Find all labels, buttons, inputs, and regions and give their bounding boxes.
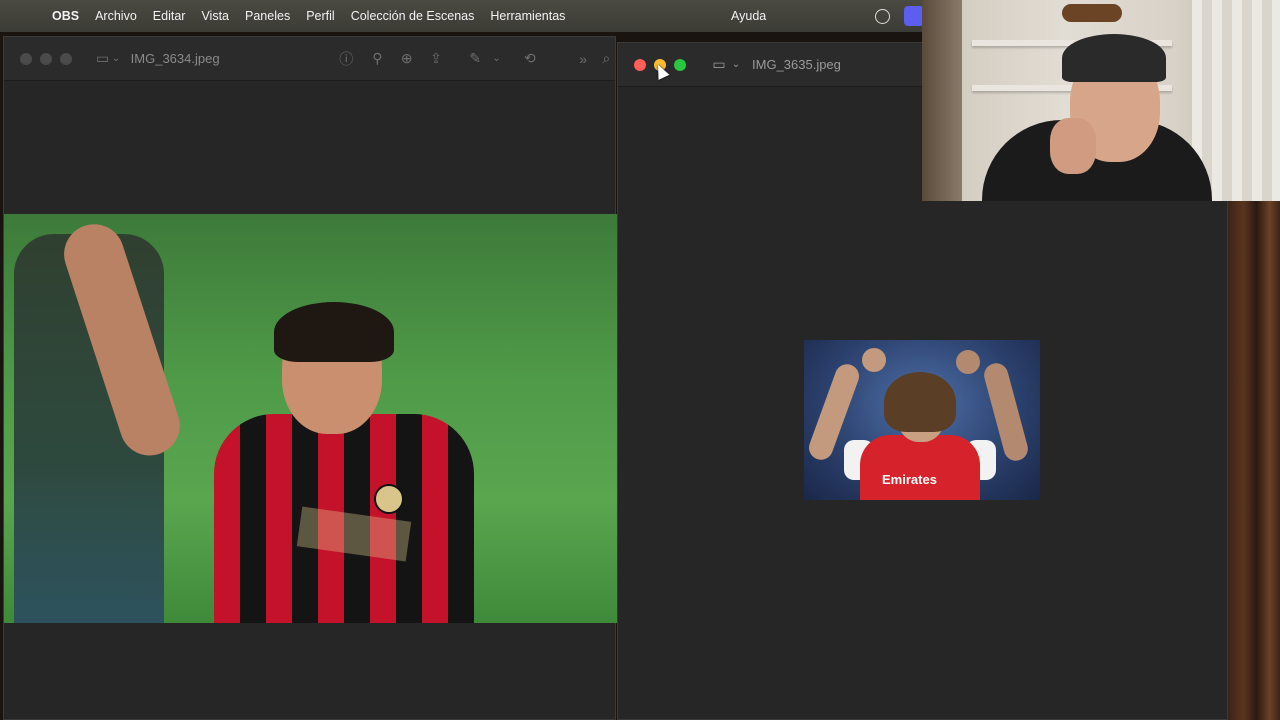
zoom-out-icon[interactable]: ⚲ xyxy=(369,50,386,67)
document-title: IMG_3635.jpeg xyxy=(752,57,841,72)
more-icon[interactable]: » xyxy=(574,51,591,67)
menu-editar[interactable]: Editar xyxy=(145,9,194,23)
minimize-button[interactable] xyxy=(40,52,52,65)
chevron-down-icon[interactable]: ⌄ xyxy=(730,59,742,70)
rotate-icon[interactable]: ⟲ xyxy=(521,50,538,67)
photo-atlanta-player xyxy=(4,214,617,623)
webcam-overlay xyxy=(922,0,1280,201)
photo-arsenal-player: Emirates xyxy=(804,340,1040,500)
chevron-down-icon[interactable]: ⌄ xyxy=(111,53,120,64)
preview-window-left: ▭ ⌄ IMG_3634.jpeg ⓘ ⚲ ⊕ ⇪ ✎ ⌄ ⟲ » ⌕ xyxy=(3,36,617,720)
menu-archivo[interactable]: Archivo xyxy=(87,9,145,23)
menu-coleccion-escenas[interactable]: Colección de Escenas xyxy=(343,9,483,23)
guitar xyxy=(1062,4,1122,22)
close-button[interactable] xyxy=(20,52,32,65)
markup-chevron-icon[interactable]: ⌄ xyxy=(492,53,501,64)
document-title: IMG_3634.jpeg xyxy=(130,51,220,66)
window-controls xyxy=(20,52,72,65)
info-icon[interactable]: ⓘ xyxy=(338,49,355,69)
fist-right xyxy=(956,350,980,374)
search-icon[interactable]: ⌕ xyxy=(598,50,615,67)
player-hair xyxy=(274,302,394,362)
maximize-button[interactable] xyxy=(60,52,72,65)
fist-left xyxy=(862,348,886,372)
jersey-sponsor-text: Emirates xyxy=(882,472,937,487)
menu-herramientas[interactable]: Herramientas xyxy=(482,9,573,23)
streamer-hand xyxy=(1050,118,1096,174)
menu-ayuda[interactable]: Ayuda xyxy=(731,9,766,23)
markup-icon[interactable]: ✎ xyxy=(467,50,484,67)
status-menu-icon[interactable] xyxy=(875,9,890,24)
club-crest xyxy=(374,484,404,514)
menu-perfil[interactable]: Perfil xyxy=(298,9,342,23)
player-hair xyxy=(884,372,956,432)
screen-share-icon[interactable] xyxy=(904,6,924,26)
zoom-in-icon[interactable]: ⊕ xyxy=(398,50,415,67)
menu-app-name[interactable]: OBS xyxy=(44,9,87,23)
doorframe xyxy=(922,0,962,201)
window-titlebar[interactable]: ▭ ⌄ IMG_3634.jpeg ⓘ ⚲ ⊕ ⇪ ✎ ⌄ ⟲ » ⌕ xyxy=(4,37,615,81)
close-button[interactable] xyxy=(634,58,646,71)
maximize-button[interactable] xyxy=(674,58,686,71)
menu-paneles[interactable]: Paneles xyxy=(237,9,298,23)
image-canvas xyxy=(4,81,617,719)
share-icon[interactable]: ⇪ xyxy=(427,50,444,67)
sidebar-icon[interactable]: ▭ xyxy=(708,56,730,73)
sidebar-icon[interactable]: ▭ xyxy=(94,50,111,67)
menu-vista[interactable]: Vista xyxy=(193,9,237,23)
red-jersey xyxy=(860,435,980,500)
streamer-cap xyxy=(1062,34,1166,82)
